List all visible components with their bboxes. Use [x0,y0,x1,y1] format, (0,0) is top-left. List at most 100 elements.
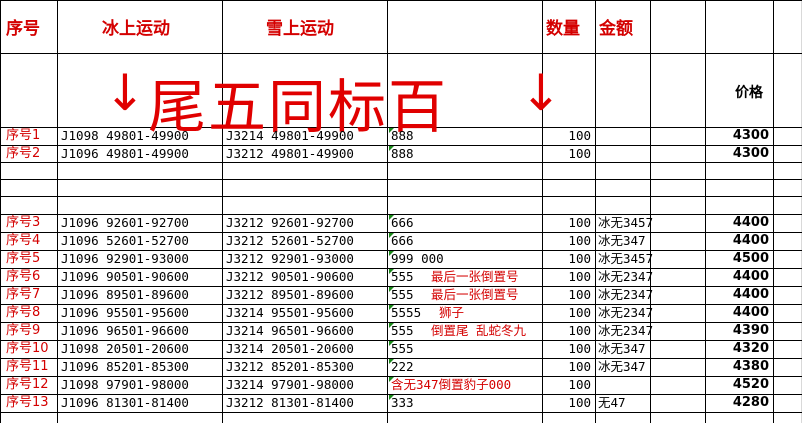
cell-snow-sports[interactable]: J3212 90501-90600 [226,269,354,285]
cell-note-remark[interactable]: 最后一张倒置号 [431,287,519,303]
cell-ice-sports[interactable]: J1096 49801-49900 [61,146,189,162]
header-quantity[interactable]: 数量 [546,14,580,39]
cell-price[interactable]: 4400 [705,215,769,231]
cell-note[interactable]: 666 [391,233,414,249]
header-price[interactable]: 价格 [735,82,763,102]
cell-amount[interactable]: 冰无3457 [598,251,653,267]
cell-amount[interactable]: 冰无347 [598,359,646,375]
cell-amount[interactable]: 冰无347 [598,233,646,249]
cell-snow-sports[interactable]: J3214 96501-96600 [226,323,354,339]
header-seq[interactable]: 序号 [6,14,40,39]
cell-amount[interactable]: 冰无2347 [598,305,653,321]
cell-quantity[interactable]: 100 [545,269,591,285]
cell-price[interactable]: 4400 [705,233,769,249]
cell-note-remark[interactable]: 最后一张倒置号 [431,269,519,285]
cell-note[interactable]: 888 [391,146,414,162]
cell-quantity[interactable]: 100 [545,305,591,321]
cell-seq[interactable]: 序号9 [6,323,40,339]
cell-ice-sports[interactable]: J1096 90501-90600 [61,269,189,285]
cell-quantity[interactable]: 100 [545,287,591,303]
cell-quantity[interactable]: 100 [545,128,591,144]
cell-price[interactable]: 4300 [705,128,769,144]
cell-seq[interactable]: 序号6 [6,269,40,285]
cell-snow-sports[interactable]: J3212 52601-52700 [226,233,354,249]
cell-amount[interactable]: 冰无2347 [598,269,653,285]
cell-ice-sports[interactable]: J1096 92901-93000 [61,251,189,267]
cell-amount[interactable]: 无47 [598,395,626,411]
cell-quantity[interactable]: 100 [545,341,591,357]
cell-amount[interactable]: 冰无2347 [598,323,653,339]
cell-ice-sports[interactable]: J1096 52601-52700 [61,233,189,249]
cell-snow-sports[interactable]: J3214 97901-98000 [226,377,354,393]
cell-quantity[interactable]: 100 [545,251,591,267]
cell-snow-sports[interactable]: J3214 20501-20600 [226,341,354,357]
cell-seq[interactable]: 序号8 [6,305,40,321]
cell-ice-sports[interactable]: J1096 96501-96600 [61,323,189,339]
cell-price[interactable]: 4400 [705,305,769,321]
cell-ice-sports[interactable]: J1096 85201-85300 [61,359,189,375]
cell-ice-sports[interactable]: J1096 95501-95600 [61,305,189,321]
header-ice-sports[interactable]: 冰上运动 [102,14,170,39]
cell-note-remark[interactable]: 狮子 [439,305,464,321]
cell-price[interactable]: 4500 [705,251,769,267]
cell-ice-sports[interactable]: J1096 89501-89600 [61,287,189,303]
cell-note-remark[interactable]: 倒置尾 乱蛇冬九 [431,323,526,339]
cell-quantity[interactable]: 100 [545,395,591,411]
cell-seq[interactable]: 序号5 [6,251,40,267]
cell-note[interactable]: 888 [391,128,414,144]
cell-note[interactable]: 555 [391,269,414,285]
header-snow-sports[interactable]: 雪上运动 [266,14,334,39]
cell-note[interactable]: 555 [391,341,414,357]
cell-quantity[interactable]: 100 [545,233,591,249]
cell-note-remark[interactable]: 含无347倒置豹子000 [391,377,511,393]
cell-amount[interactable]: 冰无347 [598,341,646,357]
cell-seq[interactable]: 序号12 [6,377,49,393]
cell-amount[interactable]: 冰无3457 [598,215,653,231]
cell-snow-sports[interactable]: J3212 89501-89600 [226,287,354,303]
cell-quantity[interactable]: 100 [545,323,591,339]
grid-line [0,0,1,423]
cell-snow-sports[interactable]: J3214 95501-95600 [226,305,354,321]
cell-price[interactable]: 4400 [705,269,769,285]
cell-note[interactable]: 555 [391,323,414,339]
cell-quantity[interactable]: 100 [545,359,591,375]
cell-note[interactable]: 666 [391,215,414,231]
cell-seq[interactable]: 序号4 [6,233,40,249]
cell-quantity[interactable]: 100 [545,146,591,162]
cell-note[interactable]: 5555 [391,305,421,321]
cell-price[interactable]: 4320 [705,341,769,357]
cell-note[interactable]: 999 000 [391,251,444,267]
cell-price[interactable]: 4390 [705,323,769,339]
grid-line [57,0,58,423]
cell-ice-sports[interactable]: J1096 81301-81400 [61,395,189,411]
cell-note[interactable]: 555 [391,287,414,303]
cell-seq[interactable]: 序号2 [6,146,40,162]
cell-amount[interactable]: 冰无2347 [598,287,653,303]
cell-price[interactable]: 4280 [705,395,769,411]
cell-price[interactable]: 4380 [705,359,769,375]
cell-snow-sports[interactable]: J3212 81301-81400 [226,395,354,411]
cell-snow-sports[interactable]: J3212 92601-92700 [226,215,354,231]
cell-note[interactable]: 333 [391,395,414,411]
cell-price[interactable]: 4300 [705,146,769,162]
cell-snow-sports[interactable]: J3214 49801-49900 [226,128,354,144]
cell-ice-sports[interactable]: J1096 92601-92700 [61,215,189,231]
cell-seq[interactable]: 序号10 [6,341,49,357]
cell-price[interactable]: 4400 [705,287,769,303]
cell-seq[interactable]: 序号1 [6,128,40,144]
cell-snow-sports[interactable]: J3212 85201-85300 [226,359,354,375]
cell-seq[interactable]: 序号3 [6,215,40,231]
cell-ice-sports[interactable]: J1098 49801-49900 [61,128,189,144]
cell-snow-sports[interactable]: J3212 49801-49900 [226,146,354,162]
cell-quantity[interactable]: 100 [545,215,591,231]
cell-note[interactable]: 222 [391,359,414,375]
cell-quantity[interactable]: 100 [545,377,591,393]
header-amount[interactable]: 金额 [599,14,633,39]
cell-seq[interactable]: 序号7 [6,287,40,303]
cell-seq[interactable]: 序号13 [6,395,49,411]
cell-price[interactable]: 4520 [705,377,769,393]
cell-seq[interactable]: 序号11 [6,359,49,375]
cell-ice-sports[interactable]: J1098 20501-20600 [61,341,189,357]
cell-ice-sports[interactable]: J1098 97901-98000 [61,377,189,393]
cell-snow-sports[interactable]: J3212 92901-93000 [226,251,354,267]
